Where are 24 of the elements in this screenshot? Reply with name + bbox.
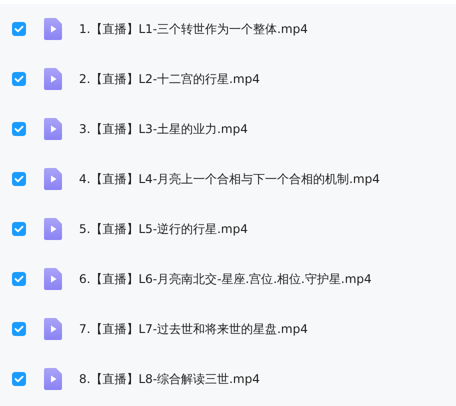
file-name[interactable]: 6.【直播】L6-月亮南北交-星座.宫位.相位.守护星.mp4 — [79, 270, 372, 288]
file-name[interactable]: 1.【直播】L1-三个转世作为一个整体.mp4 — [79, 20, 308, 38]
file-name[interactable]: 8.【直播】L8-综合解读三世.mp4 — [79, 370, 260, 388]
video-file-icon — [44, 268, 62, 290]
checkbox[interactable] — [12, 372, 26, 386]
video-file-icon — [44, 18, 62, 40]
file-name[interactable]: 4.【直播】L4-月亮上一个合相与下一个合相的机制.mp4 — [79, 170, 380, 188]
checkbox[interactable] — [12, 72, 26, 86]
video-file-icon — [44, 368, 62, 390]
checkbox[interactable] — [12, 22, 26, 36]
video-file-icon — [44, 118, 62, 140]
checkbox[interactable] — [12, 222, 26, 236]
video-file-icon — [44, 218, 62, 240]
checkbox[interactable] — [12, 272, 26, 286]
video-file-icon — [44, 168, 62, 190]
file-name[interactable]: 2.【直播】L2-十二宫的行星.mp4 — [79, 70, 260, 88]
checkbox[interactable] — [12, 172, 26, 186]
checkbox[interactable] — [12, 322, 26, 336]
video-file-icon — [44, 68, 62, 90]
file-name[interactable]: 3.【直播】L3-土星的业力.mp4 — [79, 120, 248, 138]
checkbox[interactable] — [12, 122, 26, 136]
file-name[interactable]: 7.【直播】L7-过去世和将来世的星盘.mp4 — [79, 320, 308, 338]
file-name[interactable]: 5.【直播】L5-逆行的行星.mp4 — [79, 220, 248, 238]
video-file-icon — [44, 318, 62, 340]
